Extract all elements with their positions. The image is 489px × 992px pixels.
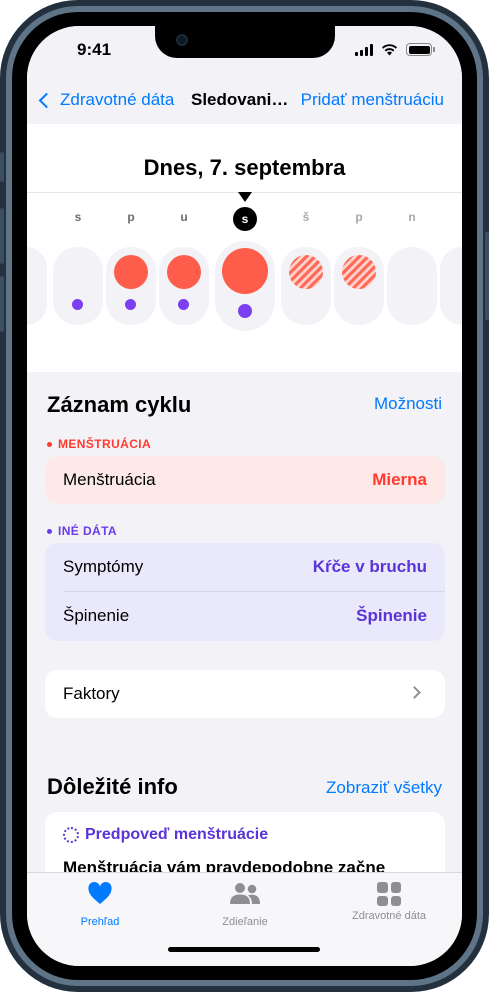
tab-label: Prehľad (80, 916, 120, 928)
spotting-row[interactable]: Špinenie Špinenie (45, 592, 445, 640)
row-label: Faktory (63, 684, 120, 703)
tab-health-data[interactable]: Zdravotné dáta (329, 881, 449, 922)
back-button[interactable]: Zdravotné dáta (37, 90, 174, 110)
period-circle (222, 248, 268, 294)
category-label: MENŠTRUÁCIA (47, 437, 151, 451)
day-letter: š (302, 210, 310, 224)
status-icons (355, 43, 435, 56)
prediction-title: Predpoveď menštruácie (85, 826, 269, 843)
tab-summary[interactable]: Prehľad (40, 881, 160, 928)
symptoms-row[interactable]: Symptómy Kŕče v bruchu (45, 543, 445, 591)
day-letter: u (180, 210, 188, 224)
section-title: Dôležité info (47, 774, 178, 799)
wifi-icon (382, 44, 397, 56)
date-title: Dnes, 7. septembra (143, 155, 346, 180)
status-time: 9:41 (77, 40, 112, 59)
chevron-right-icon (408, 686, 421, 699)
screen: 9:41 Zdravotné dáta Sledovanie cyklu Pri… (27, 26, 462, 966)
row-label: Špinenie (63, 606, 130, 625)
tab-sharing[interactable]: Zdieľanie (185, 881, 305, 928)
volume-down-button (0, 276, 4, 332)
symptom-dot (238, 304, 252, 318)
other-data-card: Symptómy Kŕče v bruchu Špinenie Špinenie (45, 543, 445, 641)
calendar-day-today[interactable] (215, 241, 275, 331)
navigation-bar: Zdravotné dáta Sledovanie cyklu Pridať m… (27, 78, 462, 124)
grid-icon (377, 882, 401, 906)
calendar-day[interactable] (106, 247, 156, 325)
factors-row[interactable]: Faktory (45, 670, 445, 718)
show-all-button[interactable]: Zobraziť všetky (326, 778, 442, 798)
calendar-day[interactable] (387, 247, 437, 325)
volume-up-button (0, 208, 4, 264)
predicted-period-circle (342, 255, 376, 289)
chevron-left-icon (38, 92, 55, 108)
row-value: Kŕče v bruchu (312, 557, 427, 576)
symptom-dot (72, 299, 83, 310)
calendar-day[interactable] (27, 247, 47, 325)
category-text: MENŠTRUÁCIA (58, 437, 152, 451)
row-value: Mierna (372, 470, 427, 489)
power-button (485, 232, 489, 320)
back-button-label: Zdravotné dáta (60, 90, 175, 109)
home-indicator (168, 947, 320, 952)
battery-icon (406, 43, 435, 56)
day-letter: s (74, 210, 82, 224)
menstruation-card: Menštruácia Mierna (45, 456, 445, 504)
cycle-log-section: Záznam cyklu Možnosti MENŠTRUÁCIA Menštr… (27, 372, 462, 738)
period-circle (167, 255, 201, 289)
menstruation-row[interactable]: Menštruácia Mierna (45, 456, 445, 504)
day-letter-today: s (233, 207, 257, 231)
bullet-icon (47, 442, 52, 448)
cycle-calendar: Dnes, 7. septembra s p u s š p n (27, 124, 462, 372)
predicted-period-circle (289, 255, 323, 289)
prediction-icon (63, 827, 79, 843)
heart-icon (88, 882, 112, 904)
category-label: INÉ DÁTA (47, 524, 117, 538)
day-letter: n (408, 210, 416, 224)
row-value: Špinenie (356, 606, 427, 625)
category-text: INÉ DÁTA (58, 524, 117, 538)
calendar-day[interactable] (281, 247, 331, 325)
factors-card: Faktory (45, 670, 445, 718)
calendar-day[interactable] (53, 247, 103, 325)
calendar-day[interactable] (334, 247, 384, 325)
bullet-icon (47, 529, 52, 535)
page-title: Sledovanie cyklu (191, 90, 291, 109)
calendar-day[interactable] (440, 247, 462, 325)
options-button[interactable]: Možnosti (374, 394, 442, 414)
period-circle (114, 255, 148, 289)
today-pointer-icon (238, 192, 252, 202)
day-letter: p (355, 210, 363, 224)
row-label: Symptómy (63, 557, 144, 576)
row-label: Menštruácia (63, 470, 156, 489)
calendar-day[interactable] (159, 247, 209, 325)
front-camera-icon (176, 34, 188, 46)
cellular-signal-icon (355, 44, 373, 56)
prediction-title-row: Predpoveď menštruácie (63, 826, 268, 844)
section-title: Záznam cyklu (47, 392, 192, 417)
camera-notch (155, 26, 335, 58)
add-period-button[interactable]: Pridať menštruáciu (301, 90, 444, 110)
symptom-dot (178, 299, 189, 310)
day-letter: p (127, 210, 135, 224)
mute-switch (0, 152, 4, 182)
people-icon (230, 883, 260, 904)
tab-label: Zdieľanie (222, 916, 268, 928)
symptom-dot (125, 299, 136, 310)
tab-label: Zdravotné dáta (352, 910, 426, 922)
